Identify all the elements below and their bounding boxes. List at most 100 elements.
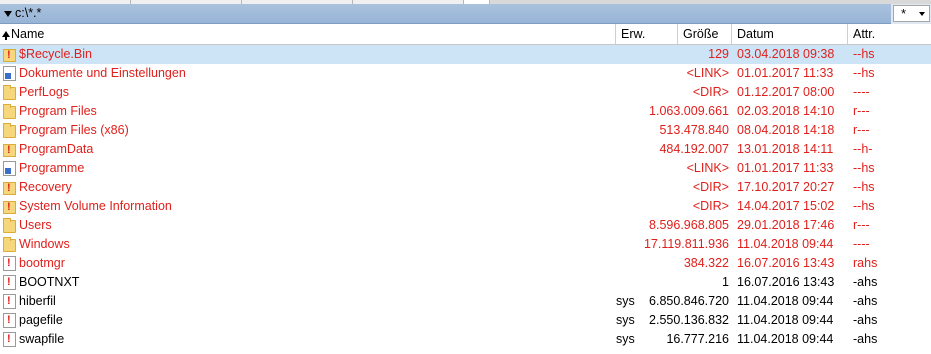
file-date: 01.12.2017 08:00 [737,85,835,99]
file-row[interactable]: bootmgr 384.322 16.07.2016 13:43 rahs [0,254,931,273]
file-size: <DIR> [692,199,729,213]
system-file-icon [3,313,16,328]
column-header: Name Erw. Größe Datum Attr. [0,24,931,45]
file-size: 6.850.846.720 [649,294,729,308]
file-row[interactable]: ProgramData 484.192.007 13.01.2018 14:11 --… [0,140,931,159]
file-row[interactable]: Program Files (x86) 513.478.840 08.04.2018… [0,121,931,140]
file-date: 01.01.2017 11:33 [737,66,834,80]
system-file-icon [3,332,16,347]
file-attributes: --hs [853,66,875,80]
folder-icon [3,104,16,119]
file-size: 384.322 [683,256,729,270]
file-date: 08.04.2018 14:18 [737,123,835,137]
folder-icon [3,123,16,138]
file-size: <LINK> [686,66,729,80]
system-folder-icon [3,182,16,195]
file-attributes: r--- [853,123,870,137]
folder-icon [3,85,16,100]
file-date: 01.01.2017 11:33 [737,161,834,175]
file-attributes: r--- [853,218,870,232]
sort-ascending-icon [2,31,10,40]
file-date: 14.04.2017 15:02 [737,199,835,213]
file-name: Users [19,218,52,232]
file-row[interactable]: hiberfil sys 6.850.846.720 11.04.2018 09:44… [0,292,931,311]
file-name: hiberfil [19,294,56,308]
file-name: ProgramData [19,142,94,156]
system-file-icon [3,294,16,309]
dropdown-arrow-icon [919,12,925,16]
current-path[interactable]: c:\*.* [0,4,891,24]
file-date: 11.04.2018 09:44 [737,313,834,327]
link-icon [3,66,16,81]
link-icon [3,161,16,176]
chevron-down-icon[interactable] [4,11,12,17]
file-row[interactable]: Users 8.596.968.805 29.01.2018 17:46 r--- [0,216,931,235]
file-name: bootmgr [19,256,65,270]
file-attributes: -ahs [853,313,878,327]
file-attributes: --hs [853,199,875,213]
file-size: 484.192.007 [659,142,729,156]
file-date: 03.04.2018 09:38 [737,47,835,61]
file-ext: sys [616,332,635,346]
column-date[interactable]: Datum [732,24,848,44]
column-attr[interactable]: Attr. [848,24,931,44]
system-folder-icon [3,49,16,62]
folder-icon [3,218,16,233]
file-size: 1 [722,275,729,289]
column-ext[interactable]: Erw. [616,24,678,44]
file-name: PerfLogs [19,85,70,99]
file-row[interactable]: Recovery <DIR> 17.10.2017 20:27 --hs [0,178,931,197]
file-attributes: -ahs [853,332,878,346]
filter-dropdown[interactable]: * [893,5,930,22]
file-name: Dokumente und Einstellungen [19,66,186,80]
file-name: Windows [19,237,70,251]
file-row[interactable]: Windows 17.119.811.936 11.04.2018 09:44 ---… [0,235,931,254]
folder-icon [3,237,16,252]
file-size: 17.119.811.936 [643,237,729,251]
file-name: Program Files [19,104,97,118]
file-size: <DIR> [692,85,729,99]
file-attributes: ---- [853,237,870,251]
file-date: 16.07.2016 13:43 [737,256,835,270]
system-file-icon [3,275,16,290]
file-row[interactable]: Programme <LINK> 01.01.2017 11:33 --hs [0,159,931,178]
file-row[interactable]: pagefile sys 2.550.136.832 11.04.2018 09:44… [0,311,931,330]
file-size: 2.550.136.832 [649,313,729,327]
column-name[interactable]: Name [0,24,616,44]
file-attributes: -ahs [853,275,878,289]
file-ext: sys [616,294,635,308]
file-date: 11.04.2018 09:44 [737,294,834,308]
file-row[interactable]: Program Files 1.063.009.661 02.03.2018 14:… [0,102,931,121]
file-attributes: -ahs [853,294,878,308]
column-size[interactable]: Größe [678,24,732,44]
file-attributes: --hs [853,47,875,61]
file-size: 129 [708,47,729,61]
file-date: 29.01.2018 17:46 [737,218,835,232]
file-row[interactable]: BOOTNXT 1 16.07.2016 13:43 -ahs [0,273,931,292]
file-name: Recovery [19,180,72,194]
file-date: 16.07.2016 13:43 [737,275,835,289]
file-size: 8.596.968.805 [649,218,729,232]
file-date: 13.01.2018 14:11 [737,142,834,156]
file-name: System Volume Information [19,199,172,213]
file-row[interactable]: PerfLogs <DIR> 01.12.2017 08:00 ---- [0,83,931,102]
file-date: 02.03.2018 14:10 [737,104,835,118]
file-row[interactable]: System Volume Information <DIR> 14.04.2017… [0,197,931,216]
file-name: BOOTNXT [19,275,80,289]
file-name: swapfile [19,332,65,346]
file-row[interactable]: $Recycle.Bin 129 03.04.2018 09:38 --hs [0,45,931,64]
file-size: <DIR> [692,180,729,194]
path-text: c:\*.* [15,6,42,20]
file-size: 16.777.216 [666,332,729,346]
file-ext: sys [616,313,635,327]
file-name: Programme [19,161,85,175]
file-date: 17.10.2017 20:27 [737,180,835,194]
file-size: 513.478.840 [659,123,729,137]
system-file-icon [3,256,16,271]
file-row[interactable]: Dokumente und Einstellungen <LINK> 01.01.2… [0,64,931,83]
file-attributes: --h- [853,142,873,156]
file-date: 11.04.2018 09:44 [737,332,834,346]
path-bar: c:\*.* * [0,4,931,24]
file-row[interactable]: swapfile sys 16.777.216 11.04.2018 09:44 -ah… [0,330,931,349]
system-folder-icon [3,144,16,157]
